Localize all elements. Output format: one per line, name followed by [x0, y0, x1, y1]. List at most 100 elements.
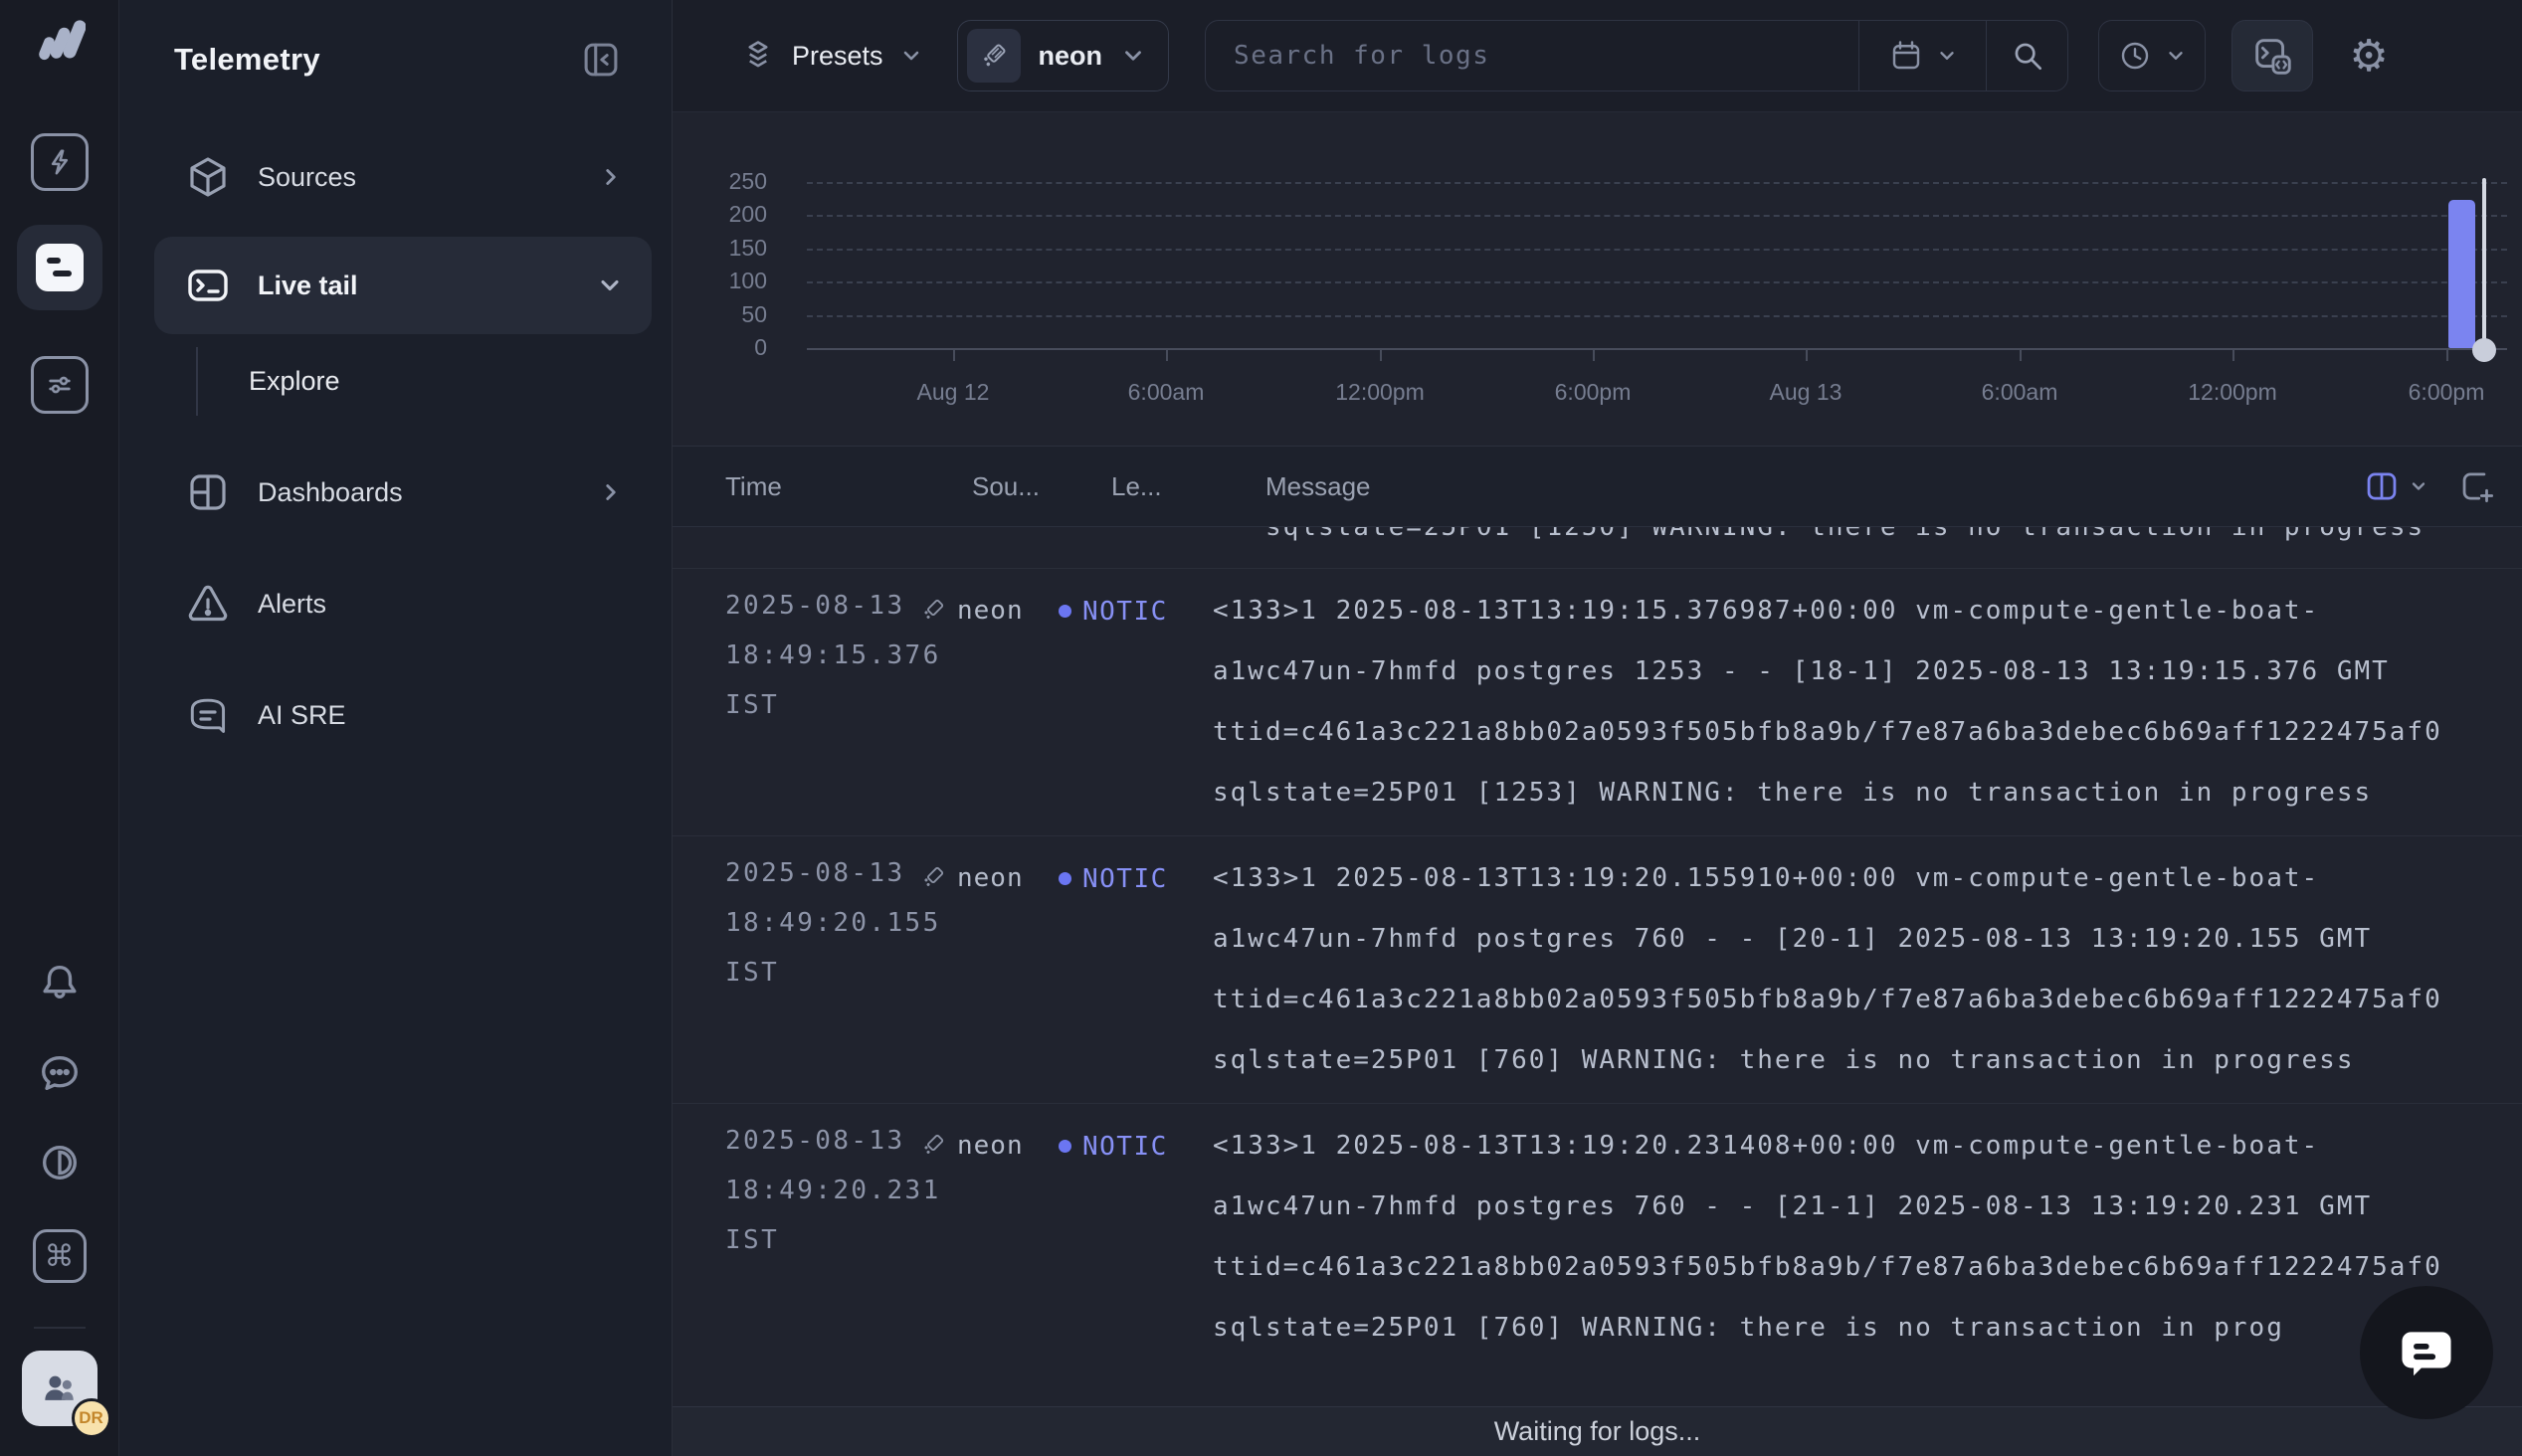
chevron-right-icon: [598, 479, 624, 505]
ai-sre-icon: [184, 691, 232, 739]
log-message: <133>1 2025-08-13T13:19:15.376987+00:00 …: [1213, 581, 2522, 823]
level-dot: [1059, 872, 1071, 885]
pipeline-icon: [919, 863, 947, 891]
search-icon: [2009, 37, 2046, 75]
alert-triangle-icon: [184, 580, 232, 628]
x-tick-label: 6:00am: [1096, 379, 1236, 406]
time-range-button[interactable]: [2098, 20, 2206, 91]
search-input[interactable]: [1234, 41, 1858, 71]
calendar-icon: [1888, 38, 1924, 74]
sidebar-item-label: Alerts: [258, 589, 326, 620]
log-time: 2025-08-13 18:49:20.231 IST: [673, 1116, 919, 1394]
x-tick-label: 12:00pm: [2163, 379, 2302, 406]
log-volume-chart: 250 200 150 100 50 0 Aug 12: [673, 112, 2522, 446]
date-range-button[interactable]: [1858, 21, 1986, 91]
pipeline-icon: [919, 596, 947, 624]
column-layout-button[interactable]: [2363, 467, 2428, 505]
level-dot: [1059, 605, 1071, 618]
add-column-button[interactable]: [2458, 467, 2496, 505]
y-tick-label: 0: [673, 334, 767, 361]
presets-button[interactable]: Presets: [740, 38, 923, 74]
chevron-down-icon: [899, 44, 923, 68]
rail-item-logs-active[interactable]: [17, 225, 102, 310]
pipeline-icon: [919, 1131, 947, 1159]
log-volume-bar[interactable]: [2448, 200, 2475, 348]
table-row[interactable]: 2025-08-13 18:49:20.155 IST neon NO: [673, 836, 2522, 1104]
log-source: neon: [919, 1116, 1059, 1177]
user-initials-badge[interactable]: DR: [72, 1398, 111, 1438]
sidebar-item-label: Live tail: [258, 271, 358, 301]
x-tick-label: 6:00pm: [2377, 379, 2516, 406]
y-tick-label: 150: [673, 235, 767, 262]
quickstart-icon[interactable]: [31, 133, 89, 191]
y-tick-label: 100: [673, 268, 767, 294]
x-axis-line: [807, 348, 2507, 350]
chevron-down-icon: [2409, 476, 2428, 496]
x-tick: [1380, 350, 1382, 361]
columns-icon: [2363, 467, 2401, 505]
settings-sliders-icon[interactable]: [31, 356, 89, 414]
x-tick-label: 6:00am: [1950, 379, 2089, 406]
main-content: Presets neon: [673, 0, 2522, 1456]
log-table-body: sqlstate=25P01 [1250] WARNING: there is …: [673, 527, 2522, 1456]
x-tick: [1166, 350, 1168, 361]
log-source: neon: [919, 848, 1059, 909]
brand-logo-icon[interactable]: [34, 14, 86, 66]
terminal-icon: [184, 262, 232, 309]
app-root: ⌘ DR Telemetry: [0, 0, 2522, 1456]
gear-icon[interactable]: ⚙: [2339, 20, 2399, 91]
log-time: 2025-08-13 18:49:20.155 IST: [673, 848, 919, 1091]
sidebar-item-sources[interactable]: Sources: [154, 132, 652, 222]
command-shortcuts-icon[interactable]: ⌘: [33, 1229, 87, 1283]
x-tick-label: Aug 12: [883, 379, 1023, 406]
clock-icon: [2117, 38, 2153, 74]
log-table-header: Time Sou... Le... Message: [673, 446, 2522, 527]
table-row[interactable]: 2025-08-13 18:49:20.231 IST neon NO: [673, 1104, 2522, 1406]
column-header-time[interactable]: Time: [725, 471, 972, 502]
query-builder-button[interactable]: [2231, 20, 2313, 91]
x-tick-label: 12:00pm: [1310, 379, 1450, 406]
time-cursor-line[interactable]: [2482, 178, 2486, 351]
notifications-bell-icon[interactable]: [37, 961, 83, 1006]
chart-plot-area[interactable]: Aug 12 6:00am 12:00pm 6:00pm Aug 13 6:00…: [807, 112, 2507, 446]
waiting-text: Waiting for logs...: [1494, 1416, 1701, 1447]
gridline: [807, 281, 2507, 283]
support-chat-fab[interactable]: [2360, 1286, 2493, 1419]
source-select[interactable]: neon: [957, 20, 1170, 91]
chevron-right-icon: [598, 164, 624, 190]
time-cursor-handle[interactable]: [2472, 338, 2496, 362]
column-header-level[interactable]: Le...: [1111, 471, 1265, 502]
level-dot: [1059, 1140, 1071, 1153]
log-search-group: [1205, 20, 2068, 91]
chevron-down-icon: [1936, 45, 1958, 67]
sidebar-item-explore[interactable]: Explore: [154, 343, 652, 420]
source-name: neon: [1039, 41, 1103, 72]
icon-rail: ⌘ DR: [0, 0, 119, 1456]
feedback-chat-icon[interactable]: [37, 1050, 83, 1096]
x-tick: [2446, 350, 2448, 361]
logs-icon: [36, 244, 84, 291]
presets-label: Presets: [792, 41, 883, 72]
theme-contrast-icon[interactable]: [37, 1140, 83, 1185]
sidebar-item-dashboards[interactable]: Dashboards: [154, 448, 652, 537]
search-submit-button[interactable]: [1986, 21, 2067, 91]
chevron-down-icon: [1120, 43, 1146, 69]
log-level: NOTIC: [1059, 581, 1213, 641]
sidebar-nav: Sources Live tail Explore: [119, 119, 672, 760]
table-row[interactable]: 2025-08-13 18:49:15.376 IST neon NO: [673, 569, 2522, 836]
collapse-panel-icon[interactable]: [580, 39, 622, 81]
column-header-source[interactable]: Sou...: [972, 471, 1111, 502]
sidebar-item-ai-sre[interactable]: AI SRE: [154, 670, 652, 760]
gridline: [807, 182, 2507, 184]
column-header-message[interactable]: Message: [1265, 471, 2363, 502]
sidebar-item-label: Explore: [249, 366, 340, 397]
x-tick: [953, 350, 955, 361]
search-box[interactable]: [1206, 21, 1858, 91]
sidebar-item-live-tail[interactable]: Live tail: [154, 237, 652, 334]
waiting-status: Waiting for logs...: [673, 1406, 2522, 1456]
x-tick: [2232, 350, 2234, 361]
chevron-down-icon: [2165, 45, 2187, 67]
sidebar-item-alerts[interactable]: Alerts: [154, 559, 652, 648]
log-source: neon: [919, 581, 1059, 641]
table-row-clipped[interactable]: sqlstate=25P01 [1250] WARNING: there is …: [673, 527, 2522, 569]
